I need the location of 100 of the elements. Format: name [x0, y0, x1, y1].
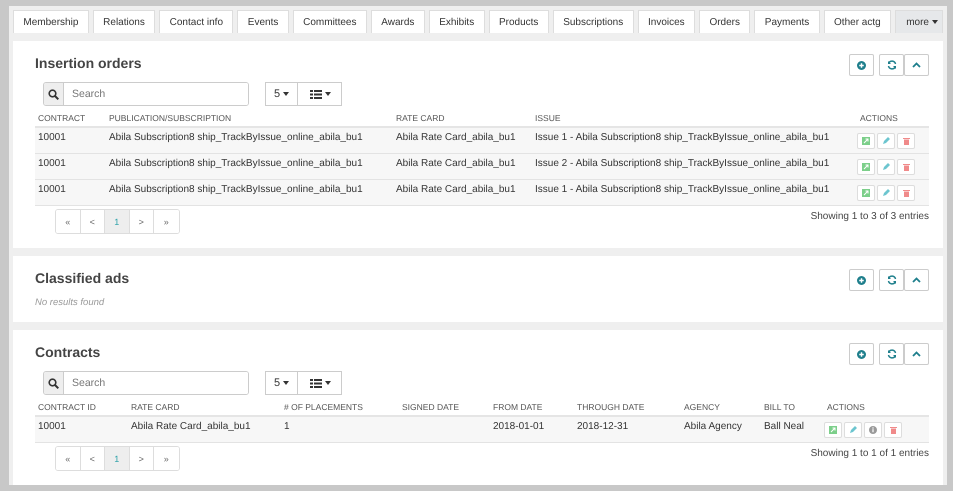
page-size-dropdown[interactable]: 5 [265, 82, 298, 106]
page-button[interactable]: « [56, 210, 80, 233]
column-header: ISSUE [534, 113, 562, 123]
table-cell-text: Abila Rate Card_abila_bu1 [395, 183, 517, 195]
pencil-icon [882, 188, 890, 196]
panel-title: Contracts [35, 344, 100, 360]
tab[interactable]: Subscriptions [552, 10, 634, 33]
info-icon [869, 426, 877, 434]
add-icon [857, 276, 866, 284]
info-button[interactable] [864, 422, 882, 438]
add-button[interactable] [849, 269, 874, 291]
delete-button[interactable] [884, 422, 902, 438]
search-icon [48, 378, 59, 388]
table-cell-text: Abila Agency [683, 420, 743, 432]
column-header: THROUGH DATE [576, 402, 646, 412]
tab[interactable]: Awards [370, 10, 425, 33]
add-icon [857, 350, 866, 358]
add-button[interactable] [849, 343, 874, 365]
tab[interactable]: Products [488, 10, 549, 33]
tab[interactable]: Invoices [638, 10, 696, 33]
chevron-up-icon [912, 277, 921, 283]
view-button[interactable] [857, 132, 875, 148]
entries-summary: Showing 1 to 1 of 1 entries [810, 448, 929, 459]
table-cell-text: Issue 2 - Abila Subscription8 ship_TrackByIssue_online_abila_bu1 [534, 157, 830, 169]
column-header: ACTIONS [859, 113, 899, 123]
refresh-icon [886, 349, 896, 359]
table-cell-text: Abila Rate Card_abila_bu1 [395, 131, 517, 143]
view-icon [862, 162, 870, 170]
tab[interactable]: Orders [699, 10, 750, 33]
view-icon [862, 136, 870, 144]
delete-button[interactable] [897, 158, 915, 174]
tab[interactable]: Exhibits [428, 10, 485, 33]
columns-dropdown[interactable] [297, 82, 342, 106]
panel-title: Classified ads [35, 270, 130, 286]
trash-icon [902, 136, 910, 144]
page-button[interactable]: « [56, 447, 80, 470]
trash-icon [902, 162, 910, 170]
caret-icon [325, 92, 332, 96]
column-header: BILL TO [763, 402, 796, 412]
table-cell-text: Abila Subscription8 ship_TrackByIssue_online_abila_bu1 [108, 157, 364, 169]
column-header: CONTRACT [37, 113, 86, 123]
table-cell-text: 10001 [37, 420, 67, 432]
column-header: RATE CARD [395, 113, 446, 123]
chevron-up-icon [912, 62, 921, 68]
tab[interactable]: Payments [754, 10, 820, 33]
table-cell-text: Abila Rate Card_abila_bu1 [130, 420, 252, 432]
pencil-icon [849, 426, 857, 434]
collapse-button[interactable] [904, 269, 929, 291]
table-cell-text: Abila Rate Card_abila_bu1 [395, 157, 517, 169]
pencil-icon [882, 136, 890, 144]
table-cell-text: 10001 [37, 157, 67, 169]
tab[interactable]: Membership [13, 10, 89, 33]
collapse-button[interactable] [904, 54, 929, 76]
columns-dropdown[interactable] [297, 371, 342, 395]
collapse-button[interactable] [904, 343, 929, 365]
delete-button[interactable] [897, 132, 915, 148]
refresh-button[interactable] [879, 269, 904, 291]
caret-icon [325, 381, 332, 385]
table-cell-text: 1 [283, 420, 291, 432]
view-icon [862, 188, 870, 196]
edit-button[interactable] [844, 422, 862, 438]
column-header: CONTRACT ID [37, 402, 97, 412]
table-cell-text: 2018-01-01 [492, 420, 546, 432]
table-cell-text: Abila Subscription8 ship_TrackByIssue_online_abila_bu1 [108, 131, 364, 143]
tab[interactable]: Relations [92, 10, 156, 33]
search-field[interactable]: Search [43, 371, 249, 395]
delete-button[interactable] [897, 184, 915, 200]
more-tab[interactable]: more [895, 10, 943, 33]
edit-button[interactable] [877, 132, 895, 148]
table-cell-text: 10001 [37, 183, 67, 195]
column-header: # OF PLACEMENTS [283, 402, 364, 412]
refresh-button[interactable] [879, 54, 904, 76]
table-cell-text: Issue 1 - Abila Subscription8 ship_TrackByIssue_online_abila_bu1 [534, 183, 830, 195]
column-header: SIGNED DATE [401, 402, 460, 412]
tab[interactable]: Events [237, 10, 289, 33]
tab[interactable]: Contact info [159, 10, 234, 33]
panel-title: Insertion orders [35, 55, 142, 71]
column-header: PUBLICATION/SUBSCRIPTION [108, 113, 232, 123]
view-button[interactable] [857, 158, 875, 174]
entries-summary: Showing 1 to 3 of 3 entries [810, 211, 929, 222]
add-button[interactable] [849, 54, 874, 76]
column-header: FROM DATE [492, 402, 544, 412]
view-button[interactable] [824, 422, 842, 438]
edit-button[interactable] [877, 184, 895, 200]
column-header: RATE CARD [130, 402, 180, 412]
refresh-button[interactable] [879, 343, 904, 365]
empty-message: No results found [35, 297, 106, 308]
view-button[interactable] [857, 184, 875, 200]
list-icon [310, 90, 322, 98]
table-cell-text: 2018-12-31 [576, 420, 630, 432]
pencil-icon [882, 162, 890, 170]
table-cell-text: Ball Neal [763, 420, 806, 432]
refresh-icon [886, 275, 896, 285]
tab[interactable]: Committees [292, 10, 367, 33]
table-cell-text: 10001 [37, 131, 67, 143]
search-field[interactable]: Search [43, 82, 249, 106]
tab[interactable]: Other actg [824, 10, 892, 33]
edit-button[interactable] [877, 158, 895, 174]
view-icon [829, 426, 837, 434]
page-size-dropdown[interactable]: 5 [265, 371, 298, 395]
